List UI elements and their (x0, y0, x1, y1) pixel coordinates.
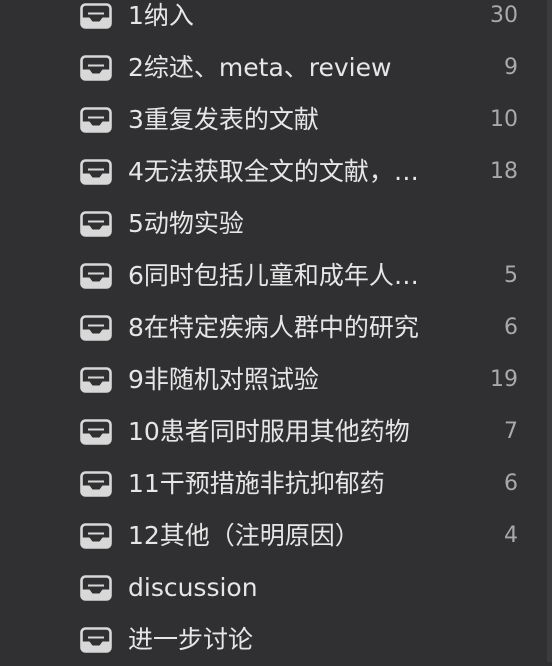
inbox-tray-icon (80, 55, 112, 81)
sidebar-item-5[interactable]: 5动物实验 (0, 198, 552, 250)
inbox-tray-icon (80, 159, 112, 185)
inbox-tray-icon (80, 211, 112, 237)
sidebar-item-label: 4无法获取全文的文献，… (128, 157, 419, 186)
sidebar-item-8[interactable]: 9非随机对照试验 19 (0, 354, 552, 406)
sidebar-item-count: 7 (504, 419, 518, 444)
inbox-tray-icon (80, 315, 112, 341)
inbox-tray-icon (80, 471, 112, 497)
sidebar-item-label: 6同时包括儿童和成年人… (128, 261, 419, 290)
inbox-tray-icon (80, 575, 112, 601)
sidebar-item-label: 11干预措施非抗抑郁药 (128, 469, 385, 498)
sidebar-item-label: 2综述、meta、review (128, 53, 392, 82)
sidebar-item-label: 进一步讨论 (128, 625, 254, 654)
inbox-tray-icon (80, 107, 112, 133)
sidebar-item-count: 19 (490, 367, 518, 392)
sidebar-folder-list: 1纳入 30 2综述、meta、review 9 3重复发表的文献 10 4无法… (0, 0, 552, 662)
sidebar-item-3[interactable]: 3重复发表的文献 10 (0, 94, 552, 146)
inbox-tray-icon (80, 263, 112, 289)
sidebar-item-label: 12其他（注明原因） (128, 521, 360, 550)
sidebar-item-2[interactable]: 2综述、meta、review 9 (0, 42, 552, 94)
sidebar-item-label: 8在特定疾病人群中的研究 (128, 313, 419, 342)
sidebar-item-count: 18 (490, 159, 518, 184)
sidebar-item-12[interactable]: discussion (0, 562, 552, 614)
sidebar-item-10[interactable]: 11干预措施非抗抑郁药 6 (0, 458, 552, 510)
folder-list: 1纳入 30 2综述、meta、review 9 3重复发表的文献 10 4无法… (0, 0, 552, 666)
sidebar-item-label: 9非随机对照试验 (128, 365, 319, 394)
inbox-tray-icon (80, 3, 112, 29)
sidebar-item-count: 30 (490, 3, 518, 28)
sidebar-item-11[interactable]: 12其他（注明原因） 4 (0, 510, 552, 562)
sidebar-item-9[interactable]: 10患者同时服用其他药物 7 (0, 406, 552, 458)
sidebar-item-label: 10患者同时服用其他药物 (128, 417, 410, 446)
sidebar-item-count: 5 (504, 263, 518, 288)
inbox-tray-icon (80, 523, 112, 549)
sidebar-item-count: 6 (504, 315, 518, 340)
sidebar-item-6[interactable]: 6同时包括儿童和成年人… 5 (0, 250, 552, 302)
sidebar-item-count: 4 (504, 523, 518, 548)
sidebar-item-label: 3重复发表的文献 (128, 105, 319, 134)
inbox-tray-icon (80, 627, 112, 653)
sidebar-item-count: 9 (504, 55, 518, 80)
inbox-tray-icon (80, 367, 112, 393)
sidebar-item-count: 6 (504, 471, 518, 496)
sidebar-item-label: 1纳入 (128, 1, 194, 30)
sidebar-item-7[interactable]: 8在特定疾病人群中的研究 6 (0, 302, 552, 354)
inbox-tray-icon (80, 419, 112, 445)
sidebar-item-13[interactable]: 进一步讨论 (0, 614, 552, 666)
sidebar-item-1[interactable]: 1纳入 30 (0, 0, 552, 42)
sidebar-item-count: 10 (490, 107, 518, 132)
sidebar-item-label: 5动物实验 (128, 209, 244, 238)
sidebar-item-4[interactable]: 4无法获取全文的文献，… 18 (0, 146, 552, 198)
sidebar-item-label: discussion (128, 573, 258, 602)
